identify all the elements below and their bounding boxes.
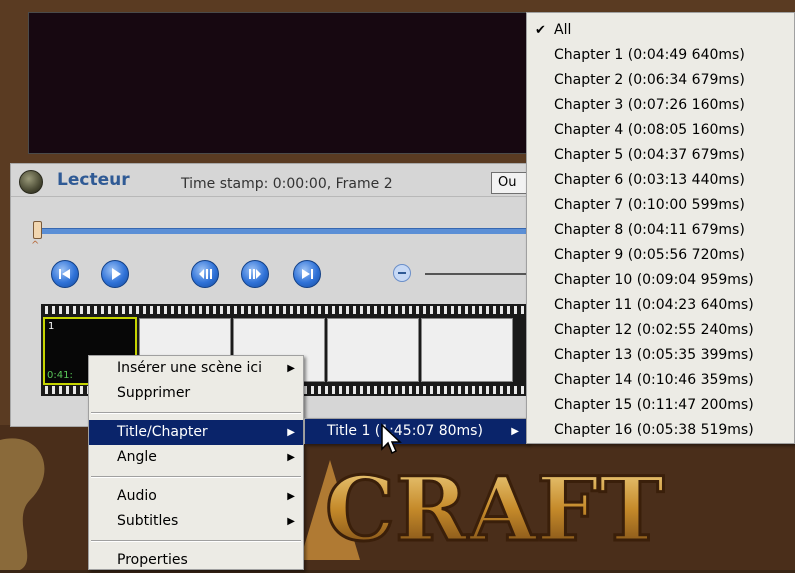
seek-handle[interactable] [33, 221, 42, 239]
menu-item-label: Subtitles [117, 513, 179, 529]
menu-separator [91, 412, 301, 414]
next-frame-button[interactable] [241, 260, 269, 288]
background-logo-text: CRAFT [325, 457, 664, 561]
menu-item-label: Chapter 6 (0:03:13 440ms) [554, 172, 745, 188]
menu-item-label: Chapter 1 (0:04:49 640ms) [554, 47, 745, 63]
menu-item-label: Chapter 9 (0:05:56 720ms) [554, 247, 745, 263]
menu-item-label: Chapter 2 (0:06:34 679ms) [554, 72, 745, 88]
menu-item-label: Supprimer [117, 385, 191, 401]
menu-item-label: Chapter 14 (0:10:46 359ms) [554, 372, 754, 388]
frame-forward-icon [249, 269, 261, 279]
go-to-start-button[interactable] [51, 260, 79, 288]
menu-item-chapter[interactable]: Chapter 1 (0:04:49 640ms) [527, 43, 794, 68]
out-button[interactable]: Ou [491, 172, 531, 194]
menu-separator [91, 476, 301, 478]
video-preview [28, 12, 530, 154]
menu-item-subtitles[interactable]: Subtitles ▶ [89, 509, 303, 534]
player-title: Lecteur [57, 170, 130, 190]
menu-item-chapter[interactable]: Chapter 2 (0:06:34 679ms) [527, 68, 794, 93]
frame-back-icon [199, 269, 212, 279]
thumbnail-number: 1 [48, 321, 55, 332]
menu-item-chapter[interactable]: Chapter 8 (0:04:11 679ms) [527, 218, 794, 243]
thumbnail-time: 0:41: [47, 370, 73, 381]
menu-item-chapter[interactable]: Chapter 15 (0:11:47 200ms) [527, 393, 794, 418]
menu-item-label: Audio [117, 488, 157, 504]
menu-item-label: Chapter 3 (0:07:26 160ms) [554, 97, 745, 113]
film-cell[interactable] [421, 318, 513, 382]
menu-item-label: Chapter 15 (0:11:47 200ms) [554, 397, 754, 413]
player-logo-icon [19, 170, 43, 194]
menu-item-title-chapter[interactable]: Title/Chapter ▶ [89, 420, 303, 445]
menu-item-insert-scene[interactable]: Insérer une scène ici ▶ [89, 356, 303, 381]
menu-separator [91, 540, 301, 542]
menu-item-label: Chapter 16 (0:05:38 519ms) [554, 422, 754, 438]
menu-item-chapter[interactable]: Chapter 16 (0:05:38 519ms) [527, 418, 794, 443]
menu-item-chapter[interactable]: Chapter 14 (0:10:46 359ms) [527, 368, 794, 393]
zoom-out-icon[interactable] [393, 264, 411, 282]
submenu-arrow-icon: ▶ [287, 427, 295, 438]
menu-item-chapter[interactable]: Chapter 4 (0:08:05 160ms) [527, 118, 794, 143]
time-stamp: Time stamp: 0:00:00, Frame 2 [181, 176, 393, 192]
menu-item-chapter[interactable]: Chapter 7 (0:10:00 599ms) [527, 193, 794, 218]
menu-item-chapter[interactable]: Chapter 10 (0:09:04 959ms) [527, 268, 794, 293]
menu-item-label: Angle [117, 449, 157, 465]
menu-item-chapter[interactable]: Chapter 11 (0:04:23 640ms) [527, 293, 794, 318]
title-submenu: Title 1 (1:45:07 80ms) ▶ [304, 418, 528, 444]
checkmark-icon: ✔ [535, 23, 546, 38]
menu-item-chapter[interactable]: Chapter 3 (0:07:26 160ms) [527, 93, 794, 118]
skip-forward-icon [302, 269, 313, 279]
zoom-slider[interactable] [425, 273, 531, 275]
menu-item-label: Chapter 8 (0:04:11 679ms) [554, 222, 745, 238]
menu-item-audio[interactable]: Audio ▶ [89, 484, 303, 509]
menu-item-label: Chapter 11 (0:04:23 640ms) [554, 297, 754, 313]
go-to-end-button[interactable] [293, 260, 321, 288]
menu-item-chapter[interactable]: Chapter 5 (0:04:37 679ms) [527, 143, 794, 168]
menu-item-label: Title/Chapter [117, 424, 208, 440]
submenu-arrow-icon: ▶ [287, 491, 295, 502]
previous-frame-button[interactable] [191, 260, 219, 288]
menu-item-angle[interactable]: Angle ▶ [89, 445, 303, 470]
menu-item-chapter[interactable]: Chapter 13 (0:05:35 399ms) [527, 343, 794, 368]
menu-item-label: Chapter 5 (0:04:37 679ms) [554, 147, 745, 163]
menu-item-label: All [554, 22, 572, 38]
film-perforation [41, 306, 531, 314]
play-button[interactable] [101, 260, 129, 288]
menu-item-title-1[interactable]: Title 1 (1:45:07 80ms) ▶ [305, 419, 527, 444]
menu-item-label: Chapter 12 (0:02:55 240ms) [554, 322, 754, 338]
chapter-submenu: ✔ All Chapter 1 (0:04:49 640ms) Chapter 2… [526, 12, 795, 444]
menu-item-label: Chapter 4 (0:08:05 160ms) [554, 122, 745, 138]
menu-item-label: Chapter 13 (0:05:35 399ms) [554, 347, 754, 363]
menu-item-label: Insérer une scène ici [117, 360, 263, 376]
submenu-arrow-icon: ▶ [287, 363, 295, 374]
menu-item-label: Chapter 10 (0:09:04 959ms) [554, 272, 754, 288]
menu-item-properties[interactable]: Properties [89, 548, 303, 573]
menu-item-chapter[interactable]: Chapter 9 (0:05:56 720ms) [527, 243, 794, 268]
seek-marker-icon: ^ [31, 240, 40, 251]
player-header: Lecteur Time stamp: 0:00:00, Frame 2 Ou [11, 164, 531, 197]
seek-bar[interactable] [33, 228, 531, 234]
submenu-arrow-icon: ▶ [287, 452, 295, 463]
submenu-arrow-icon: ▶ [287, 516, 295, 527]
menu-item-delete[interactable]: Supprimer [89, 381, 303, 406]
menu-item-label: Title 1 (1:45:07 80ms) [327, 423, 483, 439]
menu-item-all-chapters[interactable]: ✔ All [527, 18, 794, 43]
play-icon [112, 268, 121, 280]
menu-item-label: Properties [117, 552, 188, 568]
menu-item-chapter[interactable]: Chapter 6 (0:03:13 440ms) [527, 168, 794, 193]
film-cell[interactable] [327, 318, 419, 382]
mouse-cursor-icon [381, 423, 402, 455]
skip-back-icon [59, 269, 70, 279]
scene-context-menu: Insérer une scène ici ▶ Supprimer Title/C… [88, 355, 304, 570]
menu-item-chapter[interactable]: Chapter 12 (0:02:55 240ms) [527, 318, 794, 343]
menu-item-label: Chapter 7 (0:10:00 599ms) [554, 197, 745, 213]
submenu-arrow-icon: ▶ [511, 426, 519, 437]
